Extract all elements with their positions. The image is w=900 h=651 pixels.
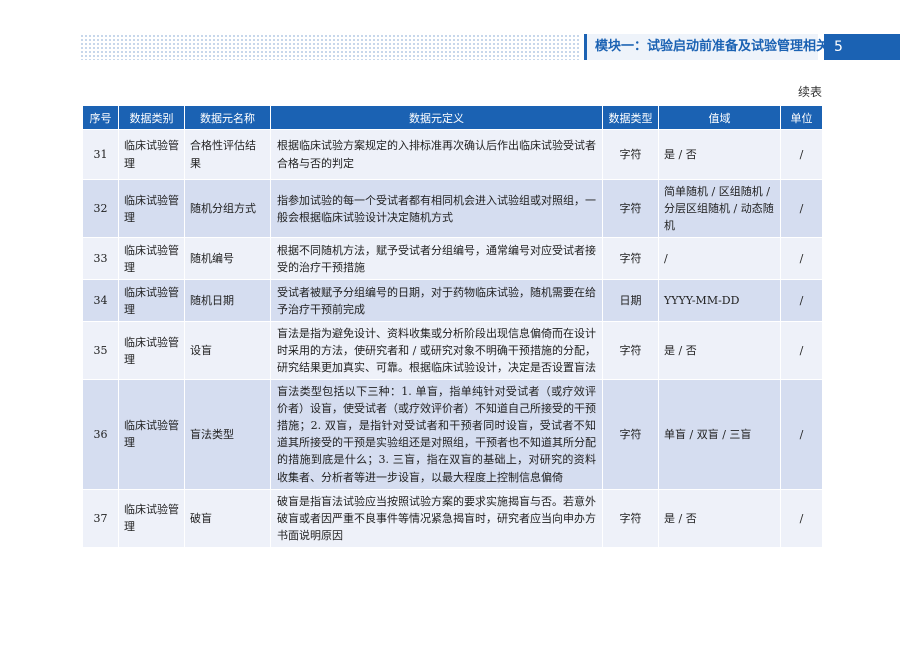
- table-row: 34 临床试验管理 随机日期 受试者被赋予分组编号的日期，对于药物临床试验，随机…: [82, 279, 823, 323]
- cell-category: 临床试验管理: [118, 178, 185, 239]
- cell-type: 字符: [602, 321, 659, 381]
- cell-definition: 受试者被赋予分组编号的日期，对于药物临床试验，随机需要在给予治疗干预前完成: [270, 279, 603, 323]
- col-header-category: 数据类别: [118, 105, 185, 130]
- table-row: 32 临床试验管理 随机分组方式 指参加试验的每一个受试者都有相同机会进入试验组…: [82, 178, 823, 239]
- data-element-table: 序号 数据类别 数据元名称 数据元定义 数据类型 值域 单位 31 临床试验管理…: [82, 105, 823, 548]
- col-header-no: 序号: [82, 105, 119, 130]
- cell-definition: 盲法类型包括以下三种：1. 单盲，指单纯针对受试者（或疗效评价者）设盲，使受试者…: [270, 379, 603, 490]
- table-row: 31 临床试验管理 合格性评估结果 根据临床试验方案规定的入排标准再次确认后作出…: [82, 129, 823, 180]
- cell-unit: /: [780, 488, 823, 548]
- cell-definition: 指参加试验的每一个受试者都有相同机会进入试验组或对照组，一般会根据临床试验设计决…: [270, 178, 603, 239]
- table-row: 37 临床试验管理 破盲 破盲是指盲法试验应当按照试验方案的要求实施揭盲与否。若…: [82, 488, 823, 548]
- cell-range: YYYY-MM-DD: [658, 279, 781, 323]
- table-row: 36 临床试验管理 盲法类型 盲法类型包括以下三种：1. 单盲，指单纯针对受试者…: [82, 379, 823, 490]
- cell-no: 36: [82, 379, 119, 490]
- cell-definition: 破盲是指盲法试验应当按照试验方案的要求实施揭盲与否。若意外破盲或者因严重不良事件…: [270, 488, 603, 548]
- cell-name: 随机日期: [184, 279, 271, 323]
- cell-definition: 根据临床试验方案规定的入排标准再次确认后作出临床试验受试者合格与否的判定: [270, 129, 603, 180]
- cell-unit: /: [780, 129, 823, 180]
- continued-label: 续表: [797, 85, 822, 99]
- cell-no: 33: [82, 237, 119, 281]
- cell-range: 简单随机 / 区组随机 / 分层区组随机 / 动态随机: [658, 178, 781, 239]
- cell-range: 单盲 / 双盲 / 三盲: [658, 379, 781, 490]
- table-row: 35 临床试验管理 设盲 盲法是指为避免设计、资料收集或分析阶段出现信息偏倚而在…: [82, 321, 823, 381]
- cell-name: 合格性评估结果: [184, 129, 271, 180]
- cell-range: 是 / 否: [658, 488, 781, 548]
- cell-name: 设盲: [184, 321, 271, 381]
- cell-no: 34: [82, 279, 119, 323]
- col-header-unit: 单位: [780, 105, 823, 130]
- cell-unit: /: [780, 237, 823, 281]
- cell-category: 临床试验管理: [118, 321, 185, 381]
- cell-category: 临床试验管理: [118, 488, 185, 548]
- cell-unit: /: [780, 178, 823, 239]
- cell-unit: /: [780, 321, 823, 381]
- col-header-name: 数据元名称: [184, 105, 271, 130]
- cell-no: 37: [82, 488, 119, 548]
- module-title: 模块一：试验启动前准备及试验管理相关: [584, 34, 829, 60]
- cell-category: 临床试验管理: [118, 129, 185, 180]
- col-header-type: 数据类型: [602, 105, 659, 130]
- cell-name: 随机编号: [184, 237, 271, 281]
- cell-category: 临床试验管理: [118, 237, 185, 281]
- cell-category: 临床试验管理: [118, 379, 185, 490]
- cell-definition: 根据不同随机方法，赋予受试者分组编号，通常编号对应受试者接受的治疗干预措施: [270, 237, 603, 281]
- cell-type: 日期: [602, 279, 659, 323]
- col-header-definition: 数据元定义: [270, 105, 603, 130]
- cell-range: 是 / 否: [658, 321, 781, 381]
- cell-unit: /: [780, 279, 823, 323]
- cell-unit: /: [780, 379, 823, 490]
- cell-range: 是 / 否: [658, 129, 781, 180]
- cell-type: 字符: [602, 237, 659, 281]
- cell-name: 盲法类型: [184, 379, 271, 490]
- table-row: 33 临床试验管理 随机编号 根据不同随机方法，赋予受试者分组编号，通常编号对应…: [82, 237, 823, 281]
- page-number: 5: [824, 34, 900, 60]
- cell-type: 字符: [602, 178, 659, 239]
- col-header-range: 值域: [658, 105, 781, 130]
- header-dot-pattern: [80, 34, 580, 60]
- cell-definition: 盲法是指为避免设计、资料收集或分析阶段出现信息偏倚而在设计时采用的方法，使研究者…: [270, 321, 603, 381]
- cell-name: 随机分组方式: [184, 178, 271, 239]
- cell-type: 字符: [602, 488, 659, 548]
- cell-no: 32: [82, 178, 119, 239]
- cell-range: /: [658, 237, 781, 281]
- cell-name: 破盲: [184, 488, 271, 548]
- cell-no: 35: [82, 321, 119, 381]
- cell-type: 字符: [602, 379, 659, 490]
- cell-no: 31: [82, 129, 119, 180]
- table-header-row: 序号 数据类别 数据元名称 数据元定义 数据类型 值域 单位: [82, 105, 823, 130]
- cell-category: 临床试验管理: [118, 279, 185, 323]
- cell-type: 字符: [602, 129, 659, 180]
